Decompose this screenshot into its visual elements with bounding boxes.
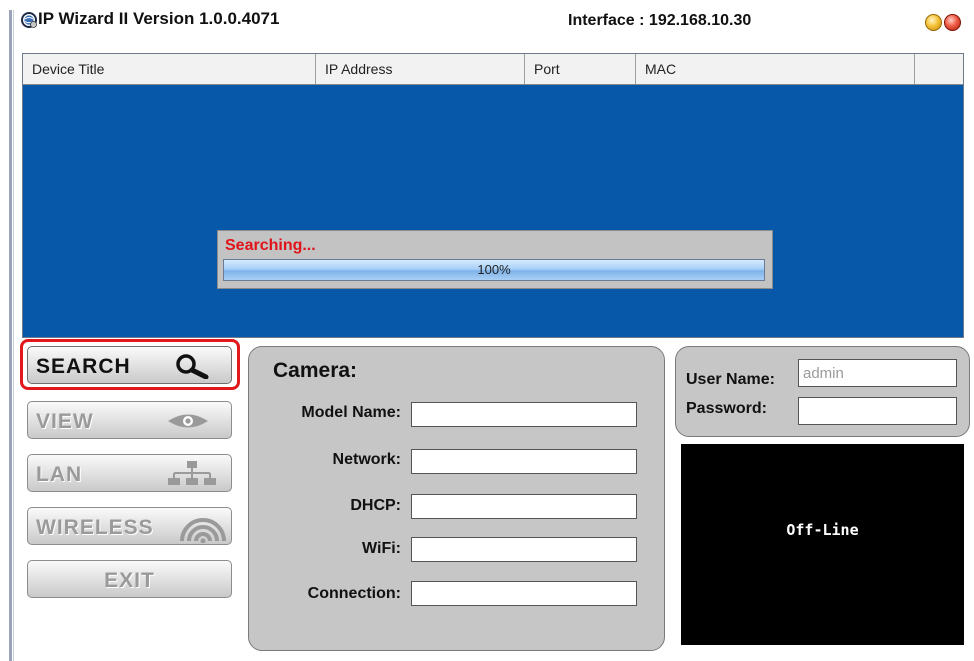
lan-button-label: LAN bbox=[36, 463, 83, 486]
lan-button[interactable]: LAN bbox=[27, 454, 232, 492]
model-name-field[interactable] bbox=[411, 402, 637, 427]
app-title: IP Wizard II Version 1.0.0.4071 bbox=[38, 9, 280, 28]
column-header-ip-address[interactable]: IP Address bbox=[316, 54, 525, 84]
minimize-button[interactable] bbox=[925, 14, 942, 31]
wireless-button-label: WIRELESS bbox=[36, 516, 154, 539]
exit-button-label: EXIT bbox=[104, 569, 155, 592]
view-button-label: VIEW bbox=[36, 410, 94, 433]
model-name-label: Model Name: bbox=[301, 404, 401, 421]
search-button-label: SEARCH bbox=[36, 355, 131, 378]
connection-field[interactable] bbox=[411, 581, 637, 606]
window-left-border bbox=[9, 10, 12, 661]
search-button[interactable]: SEARCH bbox=[27, 346, 232, 384]
column-header-empty[interactable] bbox=[915, 54, 963, 84]
window-left-border-inner bbox=[13, 10, 14, 661]
searching-label: Searching... bbox=[225, 237, 316, 254]
dhcp-label: DHCP: bbox=[350, 497, 401, 514]
camera-title: Camera: bbox=[273, 359, 358, 382]
login-panel: User Name: Password: bbox=[675, 346, 970, 437]
network-field[interactable] bbox=[411, 449, 637, 474]
video-status-label: Off-Line bbox=[786, 521, 859, 539]
device-list-header: Device Title IP Address Port MAC bbox=[23, 54, 963, 85]
connection-label: Connection: bbox=[307, 585, 401, 602]
magnifier-icon bbox=[176, 354, 209, 379]
username-field[interactable] bbox=[798, 359, 957, 387]
dhcp-field[interactable] bbox=[411, 494, 637, 519]
network-tree-icon bbox=[168, 461, 216, 485]
video-preview: Off-Line bbox=[681, 444, 964, 645]
exit-button[interactable]: EXIT bbox=[27, 560, 232, 598]
wireless-button[interactable]: WIRELESS bbox=[27, 507, 232, 545]
camera-info-panel: Camera: Model Name: Network: DHCP: WiFi:… bbox=[248, 346, 665, 651]
search-progress-dialog: Searching... 100% bbox=[217, 230, 773, 289]
view-button[interactable]: VIEW bbox=[27, 401, 232, 439]
column-header-device-title[interactable]: Device Title bbox=[23, 54, 316, 84]
wifi-icon bbox=[180, 518, 226, 543]
password-field[interactable] bbox=[798, 397, 957, 425]
progress-percentage: 100% bbox=[477, 262, 511, 277]
wifi-field[interactable] bbox=[411, 537, 637, 562]
eye-icon bbox=[168, 414, 208, 428]
column-header-mac[interactable]: MAC bbox=[636, 54, 915, 84]
interface-label: Interface : 192.168.10.30 bbox=[568, 12, 752, 29]
device-list[interactable]: Device Title IP Address Port MAC bbox=[22, 53, 964, 338]
globe-gear-icon bbox=[21, 12, 37, 28]
username-label: User Name: bbox=[686, 371, 775, 388]
search-progress-bar: 100% bbox=[223, 259, 765, 281]
wifi-label: WiFi: bbox=[362, 540, 401, 557]
network-label: Network: bbox=[332, 451, 401, 468]
password-label: Password: bbox=[686, 400, 767, 417]
column-header-port[interactable]: Port bbox=[525, 54, 636, 84]
close-button[interactable] bbox=[944, 14, 961, 31]
